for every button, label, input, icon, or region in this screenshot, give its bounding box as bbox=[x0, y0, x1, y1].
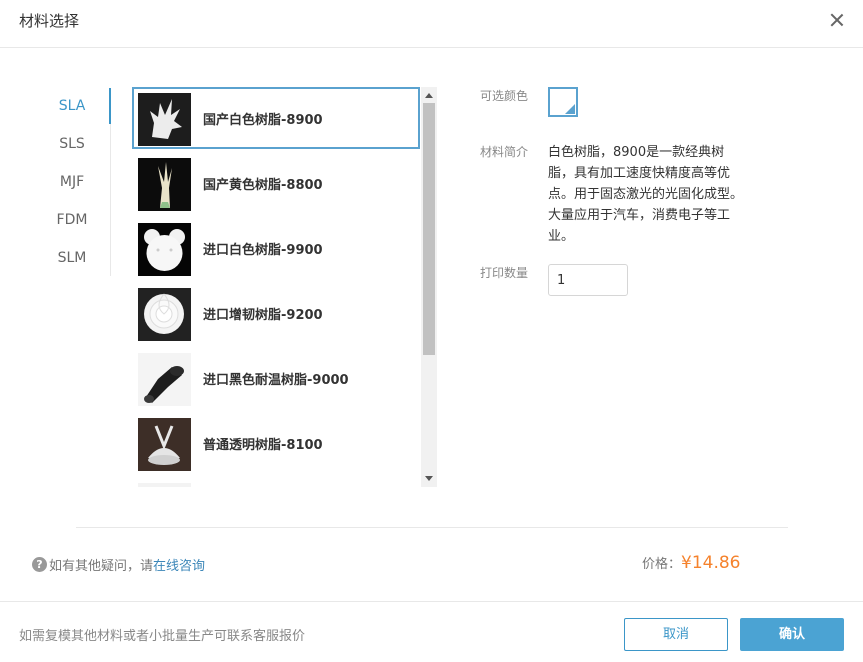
material-label: 进口增韧树脂-9200 bbox=[203, 308, 323, 323]
tab-sls[interactable]: SLS bbox=[40, 126, 104, 164]
material-item[interactable]: 国产黄色树脂-8800 bbox=[132, 152, 420, 214]
help-prefix: 如有其他疑问，请 bbox=[49, 559, 154, 574]
material-thumbnail bbox=[138, 223, 191, 276]
scroll-up-arrow-icon[interactable] bbox=[425, 93, 433, 98]
selected-check-icon bbox=[565, 104, 575, 114]
price: 价格： ¥14.86 bbox=[642, 553, 741, 573]
price-label: 价格： bbox=[642, 557, 682, 572]
tab-slm[interactable]: SLM bbox=[40, 240, 104, 278]
color-swatch-white[interactable] bbox=[548, 87, 578, 117]
material-label: 国产黄色树脂-8800 bbox=[203, 178, 323, 193]
divider bbox=[76, 527, 788, 528]
material-item[interactable]: 普通透明树脂-8100 bbox=[132, 412, 420, 474]
material-list-scrollbar[interactable] bbox=[421, 87, 437, 487]
material-item[interactable]: 进口增韧树脂-9200 bbox=[132, 282, 420, 344]
material-thumbnail bbox=[138, 353, 191, 406]
intro-label: 材料简介 bbox=[480, 145, 529, 159]
cancel-button[interactable]: 取消 bbox=[624, 618, 728, 651]
footer-note: 如需复模其他材料或者小批量生产可联系客服报价 bbox=[19, 629, 306, 644]
material-description: 白色树脂，8900是一款经典树脂，具有加工速度快精度高等优点。用于固态激光的光固… bbox=[548, 145, 744, 244]
color-label: 可选颜色 bbox=[480, 89, 529, 103]
help-text: ? 如有其他疑问，请 在线咨询 bbox=[32, 555, 205, 574]
material-select-dialog: 材料选择 SLA SLS MJF FDM SLM 国产白色树脂-8900 国产黄… bbox=[0, 0, 863, 662]
dialog-title: 材料选择 bbox=[19, 12, 80, 30]
scroll-down-arrow-icon[interactable] bbox=[425, 476, 433, 481]
material-item[interactable]: 国产白色树脂-8900 bbox=[132, 87, 420, 149]
material-label: 进口黑色耐温树脂-9000 bbox=[203, 373, 349, 388]
online-consult-link[interactable]: 在线咨询 bbox=[153, 555, 205, 574]
material-thumbnail bbox=[138, 158, 191, 211]
quantity-label: 打印数量 bbox=[480, 266, 529, 280]
material-label: 普通透明树脂-8100 bbox=[203, 438, 323, 453]
price-value: ¥14.86 bbox=[681, 553, 741, 573]
category-tabs: SLA SLS MJF FDM SLM bbox=[40, 88, 112, 278]
material-thumbnail bbox=[138, 483, 191, 487]
scroll-thumb[interactable] bbox=[423, 103, 435, 355]
close-icon[interactable] bbox=[826, 10, 848, 32]
material-label: 进口白色树脂-9900 bbox=[203, 243, 323, 258]
tab-fdm[interactable]: FDM bbox=[40, 202, 104, 240]
material-list: 国产白色树脂-8900 国产黄色树脂-8800 进口白色树脂-9900 进口增韧… bbox=[132, 87, 438, 487]
material-thumbnail bbox=[138, 418, 191, 471]
material-item[interactable]: 进口黑色耐温树脂-9000 bbox=[132, 347, 420, 409]
confirm-button[interactable]: 确认 bbox=[740, 618, 844, 651]
question-icon: ? bbox=[32, 557, 47, 572]
material-thumbnail bbox=[138, 288, 191, 341]
dialog-header: 材料选择 bbox=[0, 0, 863, 48]
material-thumbnail bbox=[138, 93, 191, 146]
material-item[interactable] bbox=[132, 477, 420, 487]
tab-mjf[interactable]: MJF bbox=[40, 164, 104, 202]
tab-sla[interactable]: SLA bbox=[40, 88, 111, 126]
quantity-input[interactable] bbox=[548, 264, 628, 296]
dialog-footer: 如需复模其他材料或者小批量生产可联系客服报价 取消 确认 bbox=[0, 601, 863, 662]
material-item[interactable]: 进口白色树脂-9900 bbox=[132, 217, 420, 279]
material-label: 国产白色树脂-8900 bbox=[203, 113, 323, 128]
